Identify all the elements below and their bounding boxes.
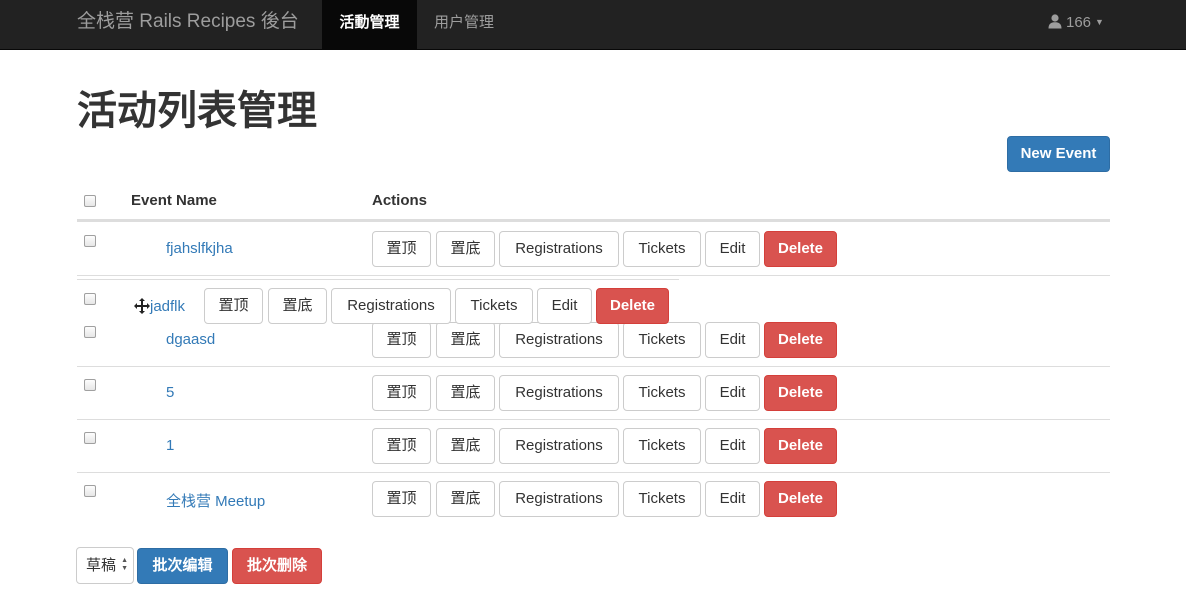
pin-bottom-button[interactable]: 置底 — [268, 288, 327, 324]
edit-button[interactable]: Edit — [705, 231, 760, 267]
row-checkbox[interactable] — [84, 326, 96, 338]
nav-item-events[interactable]: 活動管理 — [322, 0, 417, 50]
delete-button[interactable]: Delete — [764, 231, 837, 267]
bulk-delete-button[interactable]: 批次删除 — [232, 548, 322, 584]
nav-item-users[interactable]: 用户管理 — [417, 0, 511, 50]
table-header-divider — [77, 219, 1110, 222]
edit-button[interactable]: Edit — [705, 322, 760, 358]
row-divider — [77, 275, 1110, 276]
registrations-button[interactable]: Registrations — [499, 481, 619, 517]
select-arrows-icon: ▲ ▼ — [121, 557, 128, 572]
row-checkbox[interactable] — [84, 432, 96, 444]
tickets-button[interactable]: Tickets — [623, 322, 701, 358]
column-header-actions: Actions — [372, 192, 428, 209]
edit-button[interactable]: Edit — [705, 375, 760, 411]
pin-top-button[interactable]: 置顶 — [204, 288, 263, 324]
row-divider — [77, 472, 1110, 473]
pin-bottom-button[interactable]: 置底 — [436, 428, 495, 464]
move-icon[interactable] — [134, 298, 150, 314]
event-name-link[interactable]: 5 — [166, 384, 174, 401]
user-menu-dropdown[interactable]: 166 ▼ — [1047, 0, 1104, 50]
tickets-button[interactable]: Tickets — [623, 375, 701, 411]
page-title: 活动列表管理 — [77, 89, 317, 133]
registrations-button[interactable]: Registrations — [331, 288, 451, 324]
edit-button[interactable]: Edit — [705, 481, 760, 517]
delete-button[interactable]: Delete — [764, 375, 837, 411]
pin-bottom-button[interactable]: 置底 — [436, 375, 495, 411]
new-event-button[interactable]: New Event — [1007, 136, 1110, 172]
tickets-button[interactable]: Tickets — [623, 481, 701, 517]
row-divider — [77, 366, 1110, 367]
event-name-link[interactable]: fjahslfkjha — [166, 240, 233, 257]
pin-top-button[interactable]: 置顶 — [372, 375, 431, 411]
select-all-checkbox[interactable] — [84, 195, 96, 207]
pin-bottom-button[interactable]: 置底 — [436, 322, 495, 358]
user-name: 166 — [1066, 14, 1092, 31]
registrations-button[interactable]: Registrations — [499, 322, 619, 358]
row-checkbox[interactable] — [84, 485, 96, 497]
delete-button[interactable]: Delete — [764, 322, 837, 358]
bulk-edit-button[interactable]: 批次编辑 — [137, 548, 228, 584]
status-select-value: 草稿 — [86, 557, 117, 574]
drag-placeholder-line — [77, 279, 679, 280]
user-icon — [1048, 14, 1062, 29]
event-name-link[interactable]: 全栈营 Meetup — [166, 490, 265, 511]
brand-link[interactable]: 全栈营 Rails Recipes 後台 — [77, 0, 299, 50]
dragging-row-event-name[interactable]: jadflk — [150, 298, 185, 315]
status-select[interactable]: 草稿 ▲ ▼ — [76, 547, 134, 584]
pin-bottom-button[interactable]: 置底 — [436, 481, 495, 517]
pin-bottom-button[interactable]: 置底 — [436, 231, 495, 267]
row-checkbox[interactable] — [84, 235, 96, 247]
event-name-link[interactable]: 1 — [166, 437, 174, 454]
registrations-button[interactable]: Registrations — [499, 428, 619, 464]
edit-button[interactable]: Edit — [537, 288, 592, 324]
tickets-button[interactable]: Tickets — [455, 288, 533, 324]
column-header-event-name: Event Name — [131, 192, 217, 209]
dragging-row-checkbox[interactable] — [84, 293, 96, 305]
caret-down-icon: ▼ — [1095, 17, 1104, 27]
row-checkbox[interactable] — [84, 379, 96, 391]
tickets-button[interactable]: Tickets — [623, 231, 701, 267]
pin-top-button[interactable]: 置顶 — [372, 231, 431, 267]
edit-button[interactable]: Edit — [705, 428, 760, 464]
row-divider — [77, 419, 1110, 420]
event-name-link[interactable]: dgaasd — [166, 331, 215, 348]
pin-top-button[interactable]: 置顶 — [372, 322, 431, 358]
delete-button[interactable]: Delete — [764, 428, 837, 464]
registrations-button[interactable]: Registrations — [499, 375, 619, 411]
delete-button[interactable]: Delete — [596, 288, 669, 324]
pin-top-button[interactable]: 置顶 — [372, 481, 431, 517]
tickets-button[interactable]: Tickets — [623, 428, 701, 464]
delete-button[interactable]: Delete — [764, 481, 837, 517]
pin-top-button[interactable]: 置顶 — [372, 428, 431, 464]
top-navbar: 全栈营 Rails Recipes 後台 活動管理 用户管理 166 ▼ — [0, 0, 1186, 50]
registrations-button[interactable]: Registrations — [499, 231, 619, 267]
